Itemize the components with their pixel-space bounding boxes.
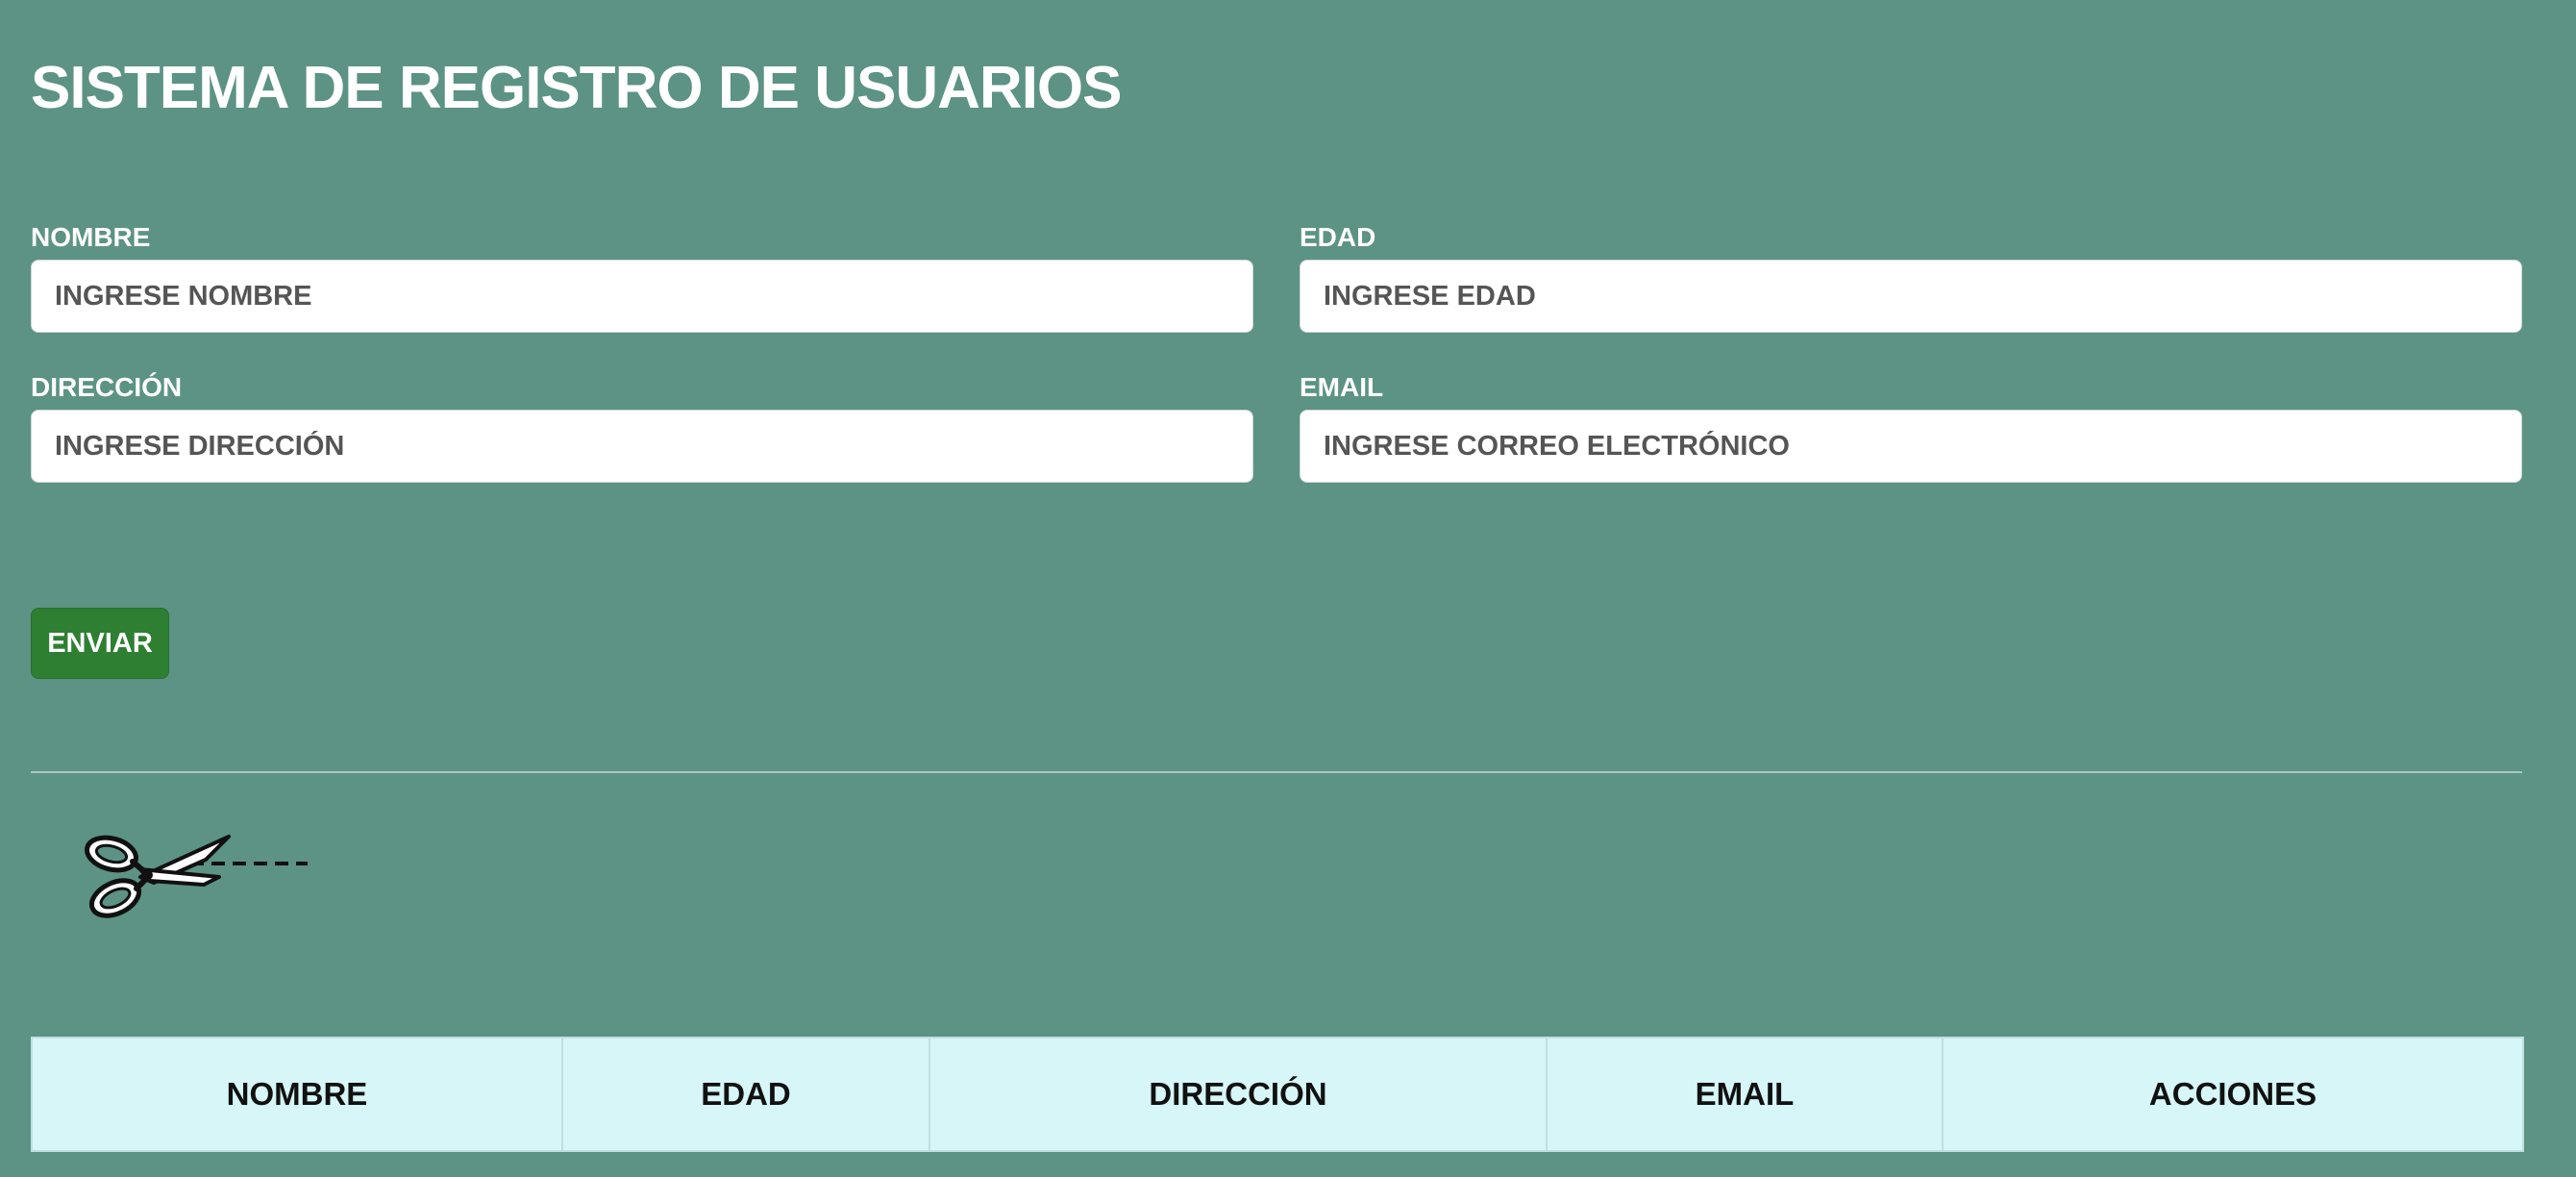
direccion-input[interactable]	[31, 410, 1253, 483]
edad-input[interactable]	[1300, 260, 2522, 333]
page-title: SISTEMA DE REGISTRO DE USUARIOS	[31, 55, 1122, 121]
users-table: NOMBRE EDAD DIRECCIÓN EMAIL ACCIONES	[31, 1037, 2524, 1152]
column-header-edad: EDAD	[561, 1037, 930, 1152]
email-label: EMAIL	[1300, 372, 1384, 402]
email-field-group: EMAIL	[1300, 373, 2522, 483]
nombre-label: NOMBRE	[31, 222, 151, 252]
column-header-acciones: ACCIONES	[1942, 1037, 2524, 1152]
direccion-field-group: DIRECCIÓN	[31, 373, 1253, 483]
email-input[interactable]	[1300, 410, 2522, 483]
column-header-direccion: DIRECCIÓN	[929, 1037, 1548, 1152]
nombre-input[interactable]	[31, 260, 1253, 333]
direccion-label: DIRECCIÓN	[31, 372, 183, 402]
nombre-field-group: NOMBRE	[31, 223, 1253, 333]
edad-label: EDAD	[1300, 222, 1376, 252]
scissors-icon	[85, 835, 308, 918]
enviar-button[interactable]: ENVIAR	[31, 608, 169, 679]
divider	[31, 771, 2522, 773]
column-header-nombre: NOMBRE	[31, 1037, 563, 1152]
edad-field-group: EDAD	[1300, 223, 2522, 333]
column-header-email: EMAIL	[1546, 1037, 1944, 1152]
table-header-row: NOMBRE EDAD DIRECCIÓN EMAIL ACCIONES	[31, 1037, 2524, 1152]
